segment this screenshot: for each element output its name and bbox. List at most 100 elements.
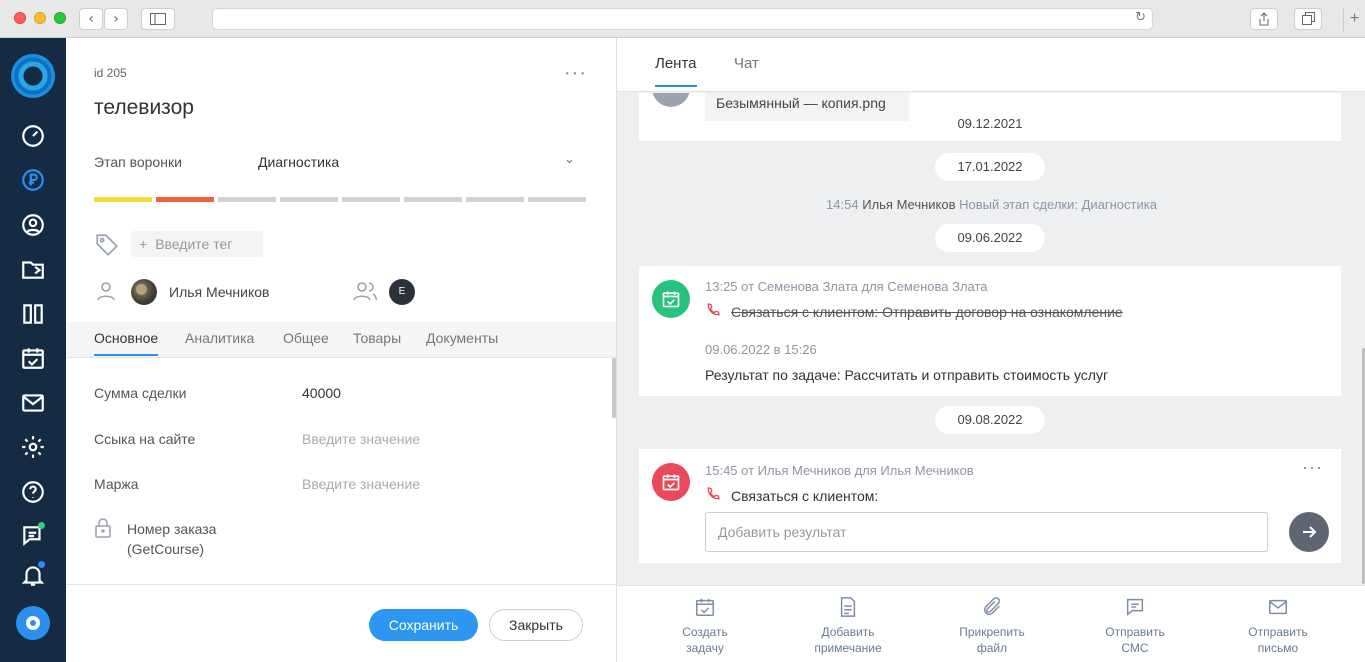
deal-more-icon[interactable]: ··· [564,62,587,85]
task-result: Результат по задаче: Рассчитать и отправ… [705,367,1109,383]
send-email-button[interactable]: Отправить письмо [1228,596,1328,656]
plus-icon: + [139,236,148,252]
owner-avatar[interactable] [131,279,157,305]
amount-input[interactable]: 40000 [302,385,341,401]
app-logo[interactable] [11,54,55,98]
stage-select[interactable]: Диагностика [258,154,339,170]
stage-segment[interactable] [156,197,214,202]
stage-segment[interactable] [528,197,586,202]
stage-segment[interactable] [218,197,276,202]
field-label-margin: Маржа [94,476,139,492]
support-icon [26,616,40,630]
folder-icon[interactable] [19,255,47,283]
activity-panel: Лента Чат Безымянный — копия.png 09.12.2… [616,38,1365,662]
date-pill: 09.08.2022 [935,406,1045,434]
mail-icon [1269,599,1287,615]
browser-toolbar: ‹ › ↻ + [0,0,1365,38]
group-icon [352,278,380,309]
create-task-button[interactable]: Создать задачу [655,596,755,656]
tab-chat[interactable]: Чат [734,55,759,85]
window-zoom-button[interactable] [54,12,66,24]
feed-actions: Создать задачу Добавить примечание Прикр… [617,585,1365,662]
owner-name[interactable]: Илья Мечников [169,284,270,300]
bell-icon[interactable] [19,561,47,589]
window-minimize-button[interactable] [34,12,46,24]
save-button[interactable]: Сохранить [369,609,478,641]
field-label-amount: Сумма сделки [94,385,187,401]
mail-icon[interactable] [19,389,47,417]
phone-icon [705,302,721,323]
field-label-order-number: Номер заказа (GetCourse) [127,519,216,559]
stage-segment[interactable] [404,197,462,202]
add-note-button[interactable]: Добавить примечание [798,596,898,656]
send-sms-button[interactable]: Отправить СМС [1085,596,1185,656]
phone-icon [705,486,721,507]
paperclip-icon [983,597,1001,616]
back-button[interactable]: ‹ [79,8,103,30]
gear-icon[interactable] [19,433,47,461]
stage-progress-bar[interactable] [94,197,586,202]
chevron-down-icon[interactable]: ⌄ [564,152,575,167]
deal-card: id 205 ··· телевизор Этап воронки Диагно… [66,38,616,662]
reload-icon[interactable]: ↻ [1135,10,1146,25]
forward-button[interactable]: › [104,8,128,30]
feed-tabs: Лента Чат [617,38,1365,92]
date-pill: 09.06.2022 [935,224,1045,252]
site-link-input[interactable]: Введите значение [302,431,420,447]
tabs-overview-icon[interactable] [1294,8,1322,30]
sms-icon [1126,598,1144,616]
order-number-line1: Номер заказа [127,521,217,537]
person-icon [94,278,118,309]
send-button[interactable] [1289,512,1329,552]
event-user[interactable]: Илья Мечников [862,197,955,212]
stage-segment[interactable] [94,197,152,202]
sidebar-toggle-icon[interactable] [141,8,175,30]
field-label-site-link: Ссыка на сайте [94,431,196,447]
file-chip[interactable]: Безымянный — копия.png [705,93,909,121]
calendar-check-icon [652,280,690,318]
dashboard-icon[interactable] [19,122,47,150]
result-input[interactable]: Добавить результат [705,512,1268,552]
task-done-meta: 09.06.2022 в 15:26 [705,342,817,357]
ruble-icon[interactable] [19,166,47,194]
user-circle-icon[interactable] [19,211,47,239]
deal-title[interactable]: телевизор [94,96,194,120]
tab-feed[interactable]: Лента [655,55,697,87]
chat-icon[interactable] [19,522,47,550]
kanban-icon[interactable] [19,300,47,328]
calendar-check-icon[interactable] [19,344,47,372]
calendar-check-icon [652,463,690,501]
stage-label: Этап воронки [94,154,182,170]
tag-icon [94,232,120,263]
margin-input[interactable]: Введите значение [302,476,420,492]
tab-main[interactable]: Основное [94,330,159,356]
help-icon[interactable] [19,478,47,506]
support-chat-button[interactable] [16,606,50,640]
tab-products[interactable]: Товары [353,330,401,354]
note-icon [840,597,856,617]
stage-segment[interactable] [280,197,338,202]
stage-change-event: 14:54 Илья Мечников Новый этап сделки: Д… [617,197,1365,212]
tab-analytics[interactable]: Аналитика [185,330,254,354]
tab-general[interactable]: Общее [283,330,329,354]
stage-segment[interactable] [342,197,400,202]
share-icon[interactable] [1250,8,1278,30]
stage-segment[interactable] [466,197,524,202]
date-pill: 09.12.2021 [935,110,1045,138]
tag-input[interactable]: + Введите тег [131,231,263,257]
event-time: 14:54 [826,197,859,212]
address-bar[interactable]: ↻ [212,8,1153,30]
observer-avatar[interactable]: E [389,279,415,305]
attachment-avatar-icon [652,93,690,107]
lock-icon [94,518,112,543]
date-pill: 17.01.2022 [935,153,1045,181]
event-text: Новый этап сделки: Диагностика [959,197,1157,212]
task-more-icon[interactable]: ··· [1302,457,1323,478]
window-close-button[interactable] [14,12,26,24]
task-meta: 15:45 от Илья Мечников для Илья Мечников [705,463,974,478]
tab-documents[interactable]: Документы [426,330,498,354]
new-tab-button[interactable]: + [1343,9,1365,31]
attach-file-button[interactable]: Прикрепить файл [942,596,1042,656]
tag-input-placeholder: Введите тег [155,236,233,252]
close-button[interactable]: Закрыть [489,609,583,641]
